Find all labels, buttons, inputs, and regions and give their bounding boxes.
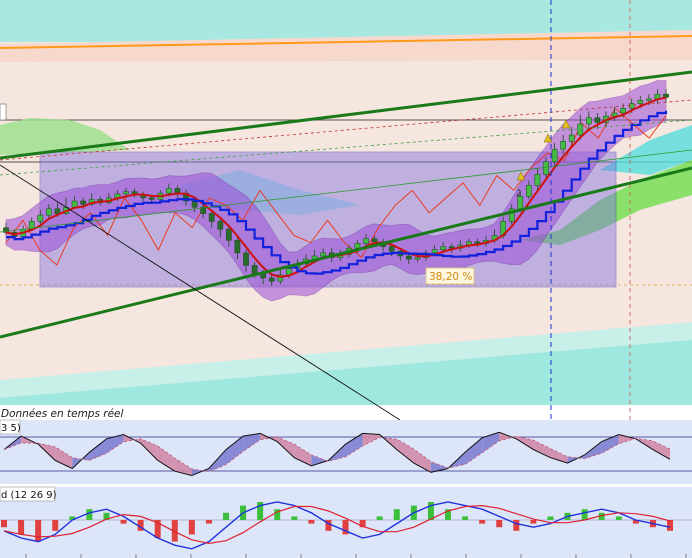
macd-histogram-bar <box>513 520 520 531</box>
candle-body <box>166 188 172 194</box>
candle-body <box>268 277 275 282</box>
macd-histogram-bar <box>462 516 469 520</box>
macd-histogram-bar <box>86 509 93 520</box>
candle-body <box>54 208 61 214</box>
panel-separator <box>0 484 692 487</box>
macd-histogram-bar <box>547 516 554 520</box>
macd-histogram-bar <box>52 520 59 531</box>
macd-histogram-bar <box>496 520 503 528</box>
stochastic-label: 3 5) <box>1 423 21 434</box>
candle-body <box>251 265 258 274</box>
candle-body <box>174 188 181 194</box>
macd-histogram-bar <box>615 516 622 520</box>
left-edge-marker <box>0 103 7 121</box>
candle-body <box>226 229 232 241</box>
macd-histogram-bar <box>120 520 127 524</box>
macd-histogram-bar <box>188 520 195 535</box>
candle-body <box>611 112 618 117</box>
candle-body <box>440 246 446 250</box>
candle-body <box>123 191 129 195</box>
candle-body <box>594 117 601 123</box>
candle-body <box>526 185 532 197</box>
macd-histogram-bar <box>291 516 298 520</box>
candle-body <box>406 255 412 260</box>
candle-body <box>620 108 626 114</box>
chart-stage: Données en temps réel 3 5) d (12 26 9) 3… <box>0 0 692 558</box>
macd-histogram-bar <box>393 509 400 520</box>
macd-label: d (12 26 9) <box>1 490 57 501</box>
macd-histogram-bar <box>1 520 7 528</box>
candle-body <box>646 98 652 101</box>
fib-label: 38,20 % <box>429 271 472 283</box>
macd-histogram-bar <box>530 520 537 524</box>
macd-panel <box>0 487 692 558</box>
candle-body <box>37 214 44 222</box>
candle-body <box>586 117 592 125</box>
macd-histogram-bar <box>205 520 212 524</box>
wave-marker: 2 <box>516 189 521 199</box>
candle-body <box>637 100 644 104</box>
macd-histogram-bar <box>308 520 315 524</box>
stochastic-panel <box>0 420 692 487</box>
candle-body <box>46 208 52 216</box>
candle-body <box>320 252 326 257</box>
candle-body <box>388 246 395 252</box>
candle-body <box>71 200 78 208</box>
macd-histogram-bar <box>581 509 588 520</box>
candle-body <box>414 257 421 260</box>
candle-body <box>543 161 549 175</box>
candle-body <box>577 123 584 136</box>
candle-body <box>431 249 438 254</box>
candle-body <box>371 238 378 243</box>
macd-histogram-bar <box>223 512 229 520</box>
candle-body <box>568 134 575 142</box>
realtime-label: Données en temps réel <box>1 408 124 420</box>
candle-body <box>663 93 669 98</box>
candle-body <box>208 213 215 222</box>
candle-body <box>354 243 361 249</box>
candle-body <box>80 200 86 205</box>
macd-histogram-bar <box>479 520 486 524</box>
candle-body <box>217 221 224 230</box>
candle-body <box>534 174 541 186</box>
candle-body <box>551 148 558 162</box>
candle-body <box>243 252 249 266</box>
macd-histogram-bar <box>376 516 383 520</box>
macd-histogram-bar <box>35 520 42 542</box>
candle-body <box>363 238 369 244</box>
macd-histogram-bar <box>18 520 25 535</box>
candle-body <box>234 240 241 254</box>
candle-body <box>148 197 155 200</box>
macd-histogram-bar <box>667 520 673 531</box>
candle-body <box>560 141 566 150</box>
chart-svg[interactable]: Données en temps réel 3 5) d (12 26 9) 3… <box>0 0 692 558</box>
